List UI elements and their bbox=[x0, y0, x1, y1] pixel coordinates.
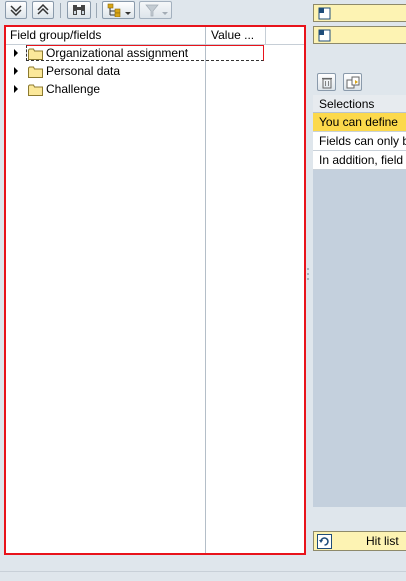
expand-arrow-icon[interactable] bbox=[14, 67, 18, 75]
selection-row[interactable]: Fields can only b bbox=[313, 132, 406, 151]
selection-view-icon bbox=[318, 7, 331, 20]
selection-view-button[interactable] bbox=[313, 4, 406, 22]
delete-button[interactable] bbox=[317, 73, 336, 91]
hit-list-label: Hit list bbox=[366, 534, 399, 548]
refresh-icon bbox=[317, 534, 332, 549]
collapse-all-button[interactable] bbox=[32, 1, 54, 19]
toolbar-separator bbox=[96, 3, 97, 18]
find-button[interactable] bbox=[67, 1, 91, 19]
splitter-handle[interactable] bbox=[307, 268, 309, 270]
splitter-handle[interactable] bbox=[307, 273, 309, 275]
selection-view-button[interactable] bbox=[313, 26, 406, 44]
expand-all-icon bbox=[10, 5, 22, 17]
tree-node-challenge[interactable]: Challenge bbox=[6, 81, 304, 99]
expand-all-button[interactable] bbox=[5, 1, 27, 19]
tree-toolbar bbox=[0, 0, 305, 22]
tree-node-label: Challenge bbox=[46, 82, 101, 96]
folder-icon bbox=[28, 84, 43, 96]
filter-icon bbox=[144, 4, 168, 17]
selection-view-icon bbox=[318, 29, 331, 42]
filter-button[interactable] bbox=[139, 1, 172, 19]
copy-selection-button[interactable] bbox=[343, 73, 362, 91]
tree-node-label: Personal data bbox=[46, 64, 121, 78]
collapse-all-icon bbox=[37, 3, 49, 15]
tree-node-label: Organizational assignment bbox=[46, 46, 189, 60]
hierarchy-button[interactable] bbox=[102, 1, 135, 19]
column-header-field[interactable]: Field group/fields bbox=[10, 28, 101, 43]
splitter-handle[interactable] bbox=[307, 278, 309, 280]
selection-row-text: Fields can only b bbox=[319, 134, 406, 148]
selections-title: Selections bbox=[319, 97, 375, 111]
copy-icon bbox=[346, 76, 359, 88]
folder-icon bbox=[28, 48, 43, 60]
column-divider bbox=[205, 27, 206, 553]
toolbar-separator bbox=[60, 3, 61, 18]
trash-icon bbox=[321, 77, 332, 88]
field-group-tree: Field group/fields Value ... Organizatio… bbox=[4, 25, 306, 555]
expand-arrow-icon[interactable] bbox=[14, 85, 18, 93]
hierarchy-icon bbox=[107, 3, 131, 17]
selection-row[interactable]: In addition, field bbox=[313, 151, 406, 170]
column-divider bbox=[265, 27, 266, 44]
tree-header: Field group/fields Value ... bbox=[6, 27, 304, 45]
selections-panel: Selections You can define Fields can onl… bbox=[313, 95, 406, 507]
column-header-value[interactable]: Value ... bbox=[211, 28, 254, 43]
hit-list-button[interactable]: Hit list bbox=[313, 531, 406, 551]
selection-row-text: You can define bbox=[319, 115, 398, 129]
selections-header: Selections bbox=[313, 95, 406, 113]
folder-icon bbox=[28, 66, 43, 78]
selection-row[interactable]: You can define bbox=[313, 113, 406, 132]
binoculars-icon bbox=[73, 5, 85, 15]
tree-node-organizational-assignment[interactable]: Organizational assignment bbox=[6, 45, 304, 63]
tree-node-personal-data[interactable]: Personal data bbox=[6, 63, 304, 81]
selection-row-text: In addition, field bbox=[319, 153, 404, 167]
expand-arrow-icon[interactable] bbox=[14, 49, 18, 57]
